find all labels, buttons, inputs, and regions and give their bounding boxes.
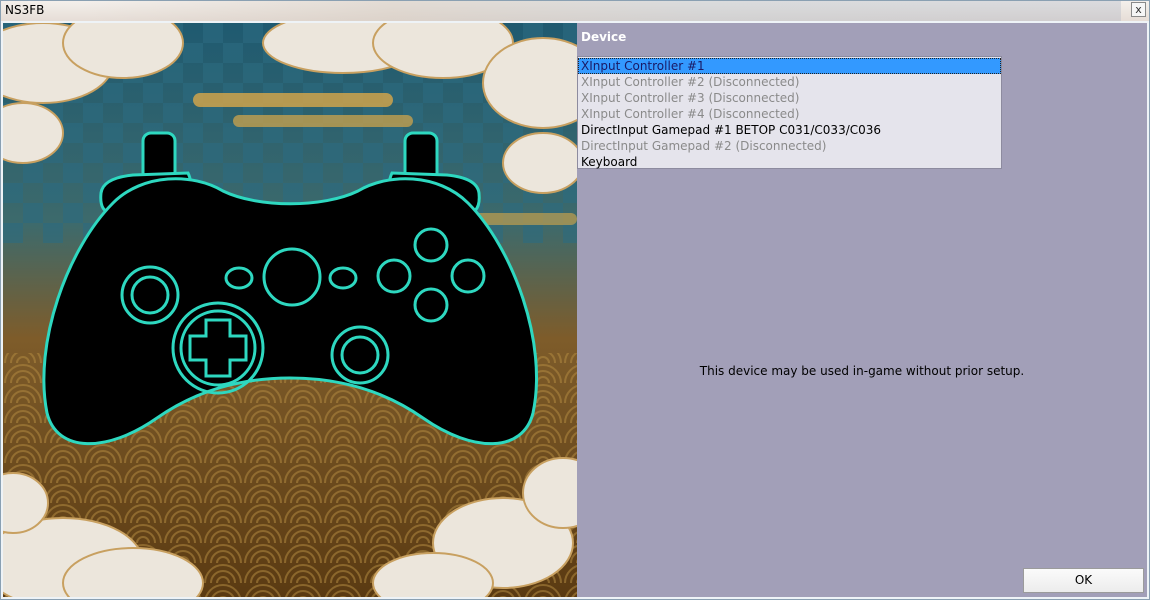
- ok-button[interactable]: OK: [1023, 568, 1144, 593]
- device-item-directinput-2[interactable]: DirectInput Gamepad #2 (Disconnected): [578, 138, 1001, 154]
- device-item-xinput-2[interactable]: XInput Controller #2 (Disconnected): [578, 74, 1001, 90]
- app-window: NS3FB x Device XInput Controller #1 XInp…: [0, 0, 1150, 600]
- title-bar[interactable]: NS3FB x: [1, 1, 1149, 21]
- device-label: Device: [581, 30, 627, 44]
- gamepad-icon: [3, 23, 577, 597]
- device-item-xinput-3[interactable]: XInput Controller #3 (Disconnected): [578, 90, 1001, 106]
- device-info-text: This device may be used in-game without …: [699, 364, 1025, 378]
- device-item-xinput-1[interactable]: XInput Controller #1: [578, 58, 1001, 74]
- device-listbox[interactable]: XInput Controller #1 XInput Controller #…: [577, 56, 1002, 169]
- title-bar-background: [81, 1, 1121, 21]
- device-item-directinput-1[interactable]: DirectInput Gamepad #1 BETOP C031/C033/C…: [578, 122, 1001, 138]
- close-button[interactable]: x: [1131, 2, 1146, 17]
- device-item-keyboard[interactable]: Keyboard: [578, 154, 1001, 170]
- dialog-client-area: Device XInput Controller #1 XInput Contr…: [3, 23, 1147, 597]
- device-item-xinput-4[interactable]: XInput Controller #4 (Disconnected): [578, 106, 1001, 122]
- controller-artwork: [3, 23, 577, 597]
- window-title: NS3FB: [5, 3, 45, 17]
